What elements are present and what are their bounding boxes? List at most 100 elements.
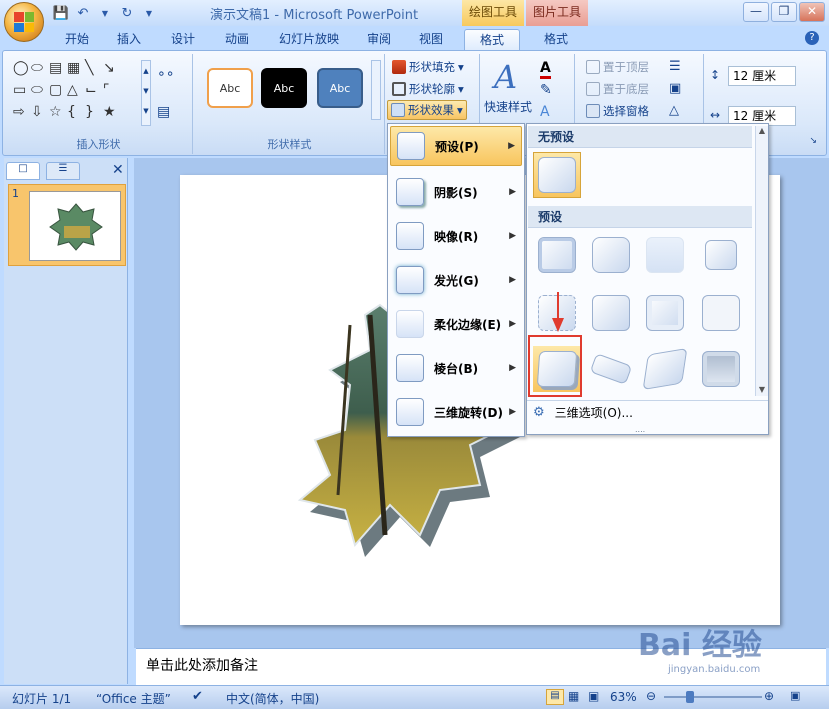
align-icon[interactable]: ☰ <box>669 59 681 74</box>
textbox-icon[interactable]: ▤ <box>157 104 170 120</box>
shape-effects-button[interactable]: 形状效果 ▾ <box>387 100 467 120</box>
shape-icon[interactable]: ▤ <box>49 60 67 82</box>
tab-slideshow[interactable]: 幻灯片放映 <box>266 29 352 50</box>
star-icon[interactable]: ★ <box>103 104 121 126</box>
preset-6[interactable] <box>587 290 635 336</box>
zoom-level[interactable]: 63% <box>610 690 637 704</box>
brace-icon[interactable]: } <box>85 104 103 126</box>
text-effects-icon[interactable]: A <box>540 104 550 120</box>
triangle-icon[interactable]: △ <box>67 82 85 104</box>
save-icon[interactable]: 💾 <box>52 4 70 22</box>
preset-11[interactable] <box>641 346 689 392</box>
slide-thumbnail[interactable]: 1 <box>8 184 126 266</box>
spellcheck-icon[interactable]: ✔ <box>192 689 203 704</box>
undo-dropdown-icon[interactable]: ▼ <box>96 4 114 22</box>
tab-insert[interactable]: 插入 <box>104 29 154 50</box>
preset-12[interactable] <box>697 346 745 392</box>
office-button[interactable] <box>4 2 44 42</box>
quick-styles-button[interactable]: 快速样式 <box>484 98 532 115</box>
preset-2[interactable] <box>587 232 635 278</box>
tab-animation[interactable]: 动画 <box>212 29 262 50</box>
bring-front-button[interactable]: 置于顶层 <box>583 57 652 77</box>
preset-7[interactable] <box>641 290 689 336</box>
connector-icon[interactable]: ⌙ <box>85 82 103 104</box>
tab-view[interactable]: 视图 <box>406 29 456 50</box>
edit-shape-icon[interactable]: ∘∘ <box>157 66 175 82</box>
menu-item-soft-edges[interactable]: 柔化边缘(E) ▶ <box>390 304 522 344</box>
preset-1[interactable] <box>533 232 581 278</box>
text-outline-icon[interactable]: ✎ <box>540 82 552 98</box>
gallery-scroll[interactable]: ▲ ▼ ▼ <box>141 60 151 126</box>
menu-item-preset[interactable]: 预设(P) ▶ <box>390 126 522 166</box>
oval-icon[interactable]: ⬭ <box>31 82 49 104</box>
menu-item-shadow[interactable]: 阴影(S) ▶ <box>390 172 522 212</box>
tab-home[interactable]: 开始 <box>52 29 102 50</box>
brace-icon[interactable]: { <box>67 104 85 126</box>
rounded-rect-icon[interactable]: ▢ <box>49 82 67 104</box>
shape-outline-button[interactable]: 形状轮廓 ▾ <box>389 79 467 99</box>
arrow-line-icon[interactable]: ↘ <box>103 60 121 82</box>
menu-item-3d-rotation[interactable]: 三维旋转(D) ▶ <box>390 392 522 432</box>
minimize-button[interactable]: — <box>743 2 769 22</box>
menu-item-glow[interactable]: 发光(G) ▶ <box>390 260 522 300</box>
preset-8[interactable] <box>697 290 745 336</box>
close-pane-icon[interactable]: ✕ <box>112 162 124 178</box>
normal-view-icon[interactable]: ▤ <box>546 689 564 705</box>
sorter-view-icon[interactable]: ▦ <box>568 689 579 703</box>
style-option[interactable]: Abc <box>207 68 253 108</box>
3d-options-item[interactable]: ⚙ 三维选项(O)... <box>527 400 768 424</box>
submenu-arrow-icon: ▶ <box>509 187 516 197</box>
tab-outline-icon[interactable]: ☰ <box>46 162 80 180</box>
menu-item-bevel[interactable]: 棱台(B) ▶ <box>390 348 522 388</box>
customize-qat-icon[interactable]: ▼ <box>140 4 158 22</box>
preset-scrollbar[interactable]: ▲ ▼ <box>755 126 768 396</box>
star-icon[interactable]: ☆ <box>49 104 67 126</box>
scroll-up-icon[interactable]: ▲ <box>756 126 768 135</box>
down-arrow-icon[interactable]: ⇩ <box>31 104 49 126</box>
connector-icon[interactable]: ⌜ <box>103 82 121 104</box>
shape-icon[interactable]: ◯ <box>13 60 31 82</box>
undo-icon[interactable]: ↶ <box>74 4 92 22</box>
scroll-down-icon[interactable]: ▼ <box>756 385 768 394</box>
zoom-slider[interactable] <box>664 696 762 698</box>
tab-format-picture[interactable]: 格式 <box>528 29 584 50</box>
height-input[interactable]: 12 厘米 <box>728 66 796 86</box>
dialog-launcher-icon[interactable]: ↘ <box>809 136 817 146</box>
styles-scroll[interactable] <box>371 60 381 120</box>
shapes-gallery[interactable]: ◯ ⬭ ▤ ▦ ╲ ↘ ▭ ⬭ ▢ △ ⌙ ⌜ ⇨ ⇩ ☆{} ★ <box>13 60 141 126</box>
rotate-icon[interactable]: △ <box>669 103 679 118</box>
tab-design[interactable]: 设计 <box>158 29 208 50</box>
slide-indicator: 幻灯片 1/1 <box>12 692 72 706</box>
help-icon[interactable]: ? <box>805 31 819 45</box>
rectangle-icon[interactable]: ▭ <box>13 82 31 104</box>
resize-grip-icon[interactable]: .... <box>635 425 645 434</box>
zoom-thumb[interactable] <box>686 691 694 703</box>
selection-pane-button[interactable]: 选择窗格 <box>583 101 652 121</box>
shape-icon[interactable]: ⬭ <box>31 60 49 82</box>
send-back-button[interactable]: 置于底层 <box>583 79 652 99</box>
tab-slides-icon[interactable]: □ <box>6 162 40 180</box>
language-indicator[interactable]: 中文(简体，中国) <box>226 690 319 707</box>
shape-icon[interactable]: ▦ <box>67 60 85 82</box>
style-option[interactable]: Abc <box>317 68 363 108</box>
shape-fill-button[interactable]: 形状填充 ▾ <box>389 57 467 77</box>
tab-format-drawing[interactable]: 格式 <box>464 29 520 50</box>
redo-icon[interactable]: ↻ <box>118 4 136 22</box>
zoom-in-icon[interactable]: ⊕ <box>764 689 774 703</box>
menu-item-reflection[interactable]: 映像(R) ▶ <box>390 216 522 256</box>
preset-4[interactable] <box>697 232 745 278</box>
preset-none[interactable] <box>533 152 581 198</box>
fit-window-icon[interactable]: ▣ <box>790 689 800 702</box>
right-arrow-icon[interactable]: ⇨ <box>13 104 31 126</box>
group-icon[interactable]: ▣ <box>669 81 681 96</box>
restore-button[interactable]: ❐ <box>771 2 797 22</box>
line-icon[interactable]: ╲ <box>85 60 103 82</box>
zoom-out-icon[interactable]: ⊖ <box>646 689 656 703</box>
close-button[interactable]: ✕ <box>799 2 825 22</box>
slideshow-view-icon[interactable]: ▣ <box>588 689 599 703</box>
preset-3[interactable] <box>641 232 689 278</box>
preset-10[interactable] <box>587 346 635 392</box>
style-option[interactable]: Abc <box>261 68 307 108</box>
tab-review[interactable]: 审阅 <box>354 29 404 50</box>
text-fill-icon[interactable]: A <box>540 60 551 79</box>
